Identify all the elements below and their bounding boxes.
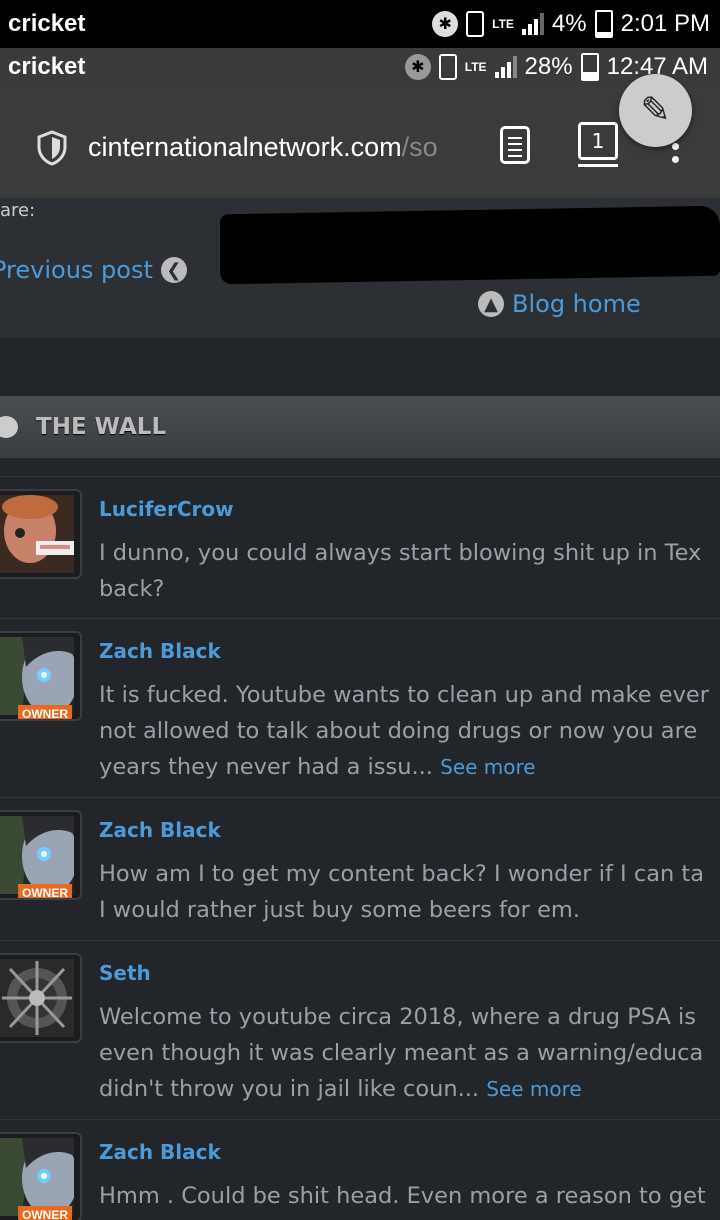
avatar[interactable]: OWNER — [0, 1134, 80, 1220]
comment-body: I dunno, you could always start blowing … — [99, 540, 702, 602]
wall-comment: OWNER Zach Black It is fucked. Youtube w… — [0, 618, 720, 797]
avatar[interactable] — [0, 491, 80, 577]
arrow-left-icon: ❮ — [160, 257, 187, 283]
battery-icon — [594, 10, 613, 38]
avatar-image — [0, 637, 74, 715]
wall-feed: LuciferCrow I dunno, you could always st… — [0, 476, 720, 1220]
wall-bullet-icon — [0, 416, 18, 438]
wall-comment: OWNER Zach Black How am I to get my cont… — [0, 797, 720, 940]
browser-toolbar: cinternationalnetwork.com/so 1 — [0, 86, 720, 198]
arrow-up-icon: ▲ — [478, 291, 504, 317]
share-label: are: — [0, 200, 36, 221]
comment-text: Welcome to youtube circa 2018, where a d… — [99, 999, 720, 1107]
comment-author[interactable]: Zach Black — [99, 818, 221, 842]
blog-home-label: Blog home — [512, 290, 641, 318]
comment-author[interactable]: Zach Black — [99, 639, 221, 663]
avatar[interactable]: OWNER — [0, 633, 80, 719]
comment-body: It is fucked. Youtube wants to clean up … — [99, 682, 709, 780]
blog-home-link[interactable]: ▲ Blog home — [478, 290, 641, 318]
avatar-image — [0, 1138, 74, 1216]
comment-text: It is fucked. Youtube wants to clean up … — [99, 677, 720, 785]
battery-icon — [580, 53, 599, 81]
address-bar[interactable]: cinternationalnetwork.com/so — [88, 132, 473, 163]
avatar[interactable]: OWNER — [0, 812, 80, 898]
comment-text: I dunno, you could always start blowing … — [99, 535, 720, 607]
owner-badge: OWNER — [18, 1206, 72, 1220]
comment-body: Hmm . Could be shit head. Even more a re… — [99, 1183, 706, 1209]
comment-body: How am I to get my content back? I wonde… — [99, 861, 705, 923]
status-bar-inner: cricket ✱ LTE 28% 12:47 AM — [0, 48, 720, 86]
tab-count-underline — [578, 164, 618, 167]
avatar-image — [0, 959, 74, 1037]
owner-badge: OWNER — [18, 884, 72, 898]
avatar-image — [0, 816, 74, 894]
spacer — [0, 338, 720, 396]
comment-author[interactable]: Seth — [99, 961, 151, 985]
lte-icon: LTE — [492, 17, 514, 31]
avatar-image — [0, 495, 74, 573]
comment-body: Welcome to youtube circa 2018, where a d… — [99, 1004, 704, 1102]
carrier-name: cricket — [8, 53, 86, 80]
see-more-link[interactable]: See more — [486, 1077, 581, 1101]
previous-post-label: Previous post — [0, 256, 153, 284]
comment-text: How am I to get my content back? I wonde… — [99, 856, 720, 928]
owner-badge: OWNER — [18, 705, 72, 719]
wall-comment: LuciferCrow I dunno, you could always st… — [0, 476, 720, 618]
comment-author[interactable]: Zach Black — [99, 1140, 221, 1164]
clock: 2:01 PM — [620, 10, 710, 37]
signal-icon — [494, 56, 517, 78]
bluetooth-icon: ✱ — [432, 11, 459, 37]
battery-percent: 28% — [524, 53, 573, 80]
vibrate-icon — [466, 11, 485, 37]
wall-title: THE WALL — [36, 414, 167, 440]
url-domain: cinternationalnetwork.com — [88, 132, 402, 162]
post-navigation: are: Previous post ❮ ▲ Blog home — [0, 198, 720, 338]
previous-post-link[interactable]: Previous post ❮ — [0, 256, 187, 284]
lte-icon: LTE — [464, 60, 487, 74]
edit-pen-icon[interactable]: ✎ — [619, 74, 692, 147]
wall-header: THE WALL — [0, 396, 720, 458]
comment-text: Hmm . Could be shit head. Even more a re… — [99, 1178, 720, 1214]
bluetooth-icon: ✱ — [404, 54, 431, 80]
shield-icon[interactable] — [36, 130, 68, 166]
avatar[interactable] — [0, 955, 80, 1041]
see-more-link[interactable]: See more — [440, 755, 535, 779]
wall-comment: Seth Welcome to youtube circa 2018, wher… — [0, 940, 720, 1119]
reader-mode-icon[interactable] — [500, 126, 530, 164]
signal-icon — [521, 13, 544, 35]
vibrate-icon — [438, 54, 457, 80]
wall-comment: OWNER Zach Black Hmm . Could be shit hea… — [0, 1119, 720, 1220]
tab-count-button[interactable]: 1 — [578, 122, 618, 160]
redacted-area — [220, 205, 720, 285]
battery-percent: 4% — [551, 10, 587, 37]
status-bar-outer: cricket ✱ LTE 4% 2:01 PM — [0, 0, 720, 48]
comment-author[interactable]: LuciferCrow — [99, 497, 234, 521]
carrier-name: cricket — [8, 10, 86, 37]
url-path: /so — [401, 132, 438, 162]
